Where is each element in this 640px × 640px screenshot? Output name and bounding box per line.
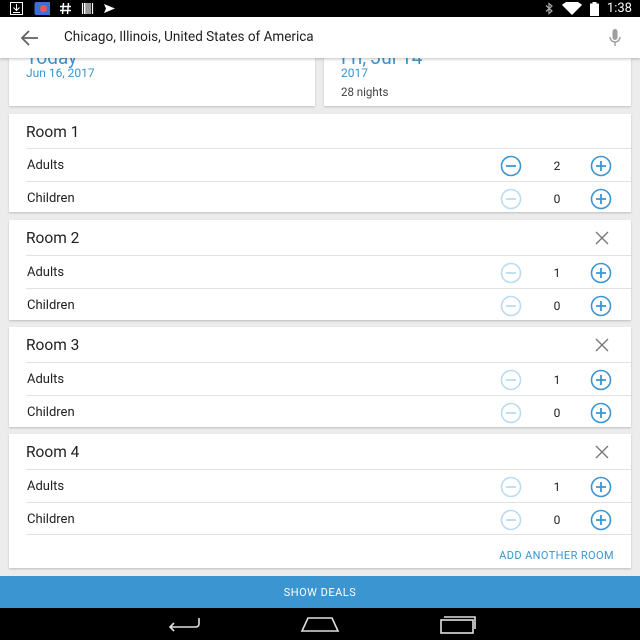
plus-circle-icon[interactable] <box>590 402 612 424</box>
barcode-icon <box>81 3 94 14</box>
room-title: Room 3 <box>26 336 80 354</box>
show-deals-button[interactable]: SHOW DEALS <box>0 576 640 608</box>
children-row: Children 0 <box>26 502 631 535</box>
adults-count: 1 <box>553 373 561 387</box>
close-icon[interactable] <box>595 445 609 459</box>
close-icon[interactable] <box>595 231 609 245</box>
send-icon <box>104 4 115 13</box>
children-row: Children 0 <box>26 395 631 428</box>
plus-circle-icon[interactable] <box>590 295 612 317</box>
room-title: Room 4 <box>26 443 80 461</box>
children-label: Children <box>27 512 75 527</box>
children-count: 0 <box>553 406 561 420</box>
adults-count: 1 <box>553 266 561 280</box>
search-bar: Chicago, Illinois, United States of Amer… <box>0 17 640 58</box>
room-card-3: Room 3 Adults 1 Children 0 <box>9 327 631 427</box>
plus-circle-icon[interactable] <box>590 155 612 177</box>
children-label: Children <box>27 298 75 313</box>
room-title: Room 2 <box>26 229 80 247</box>
hashtag-icon <box>60 2 71 15</box>
checkout-date: 2017 <box>341 66 368 80</box>
children-count: 0 <box>553 192 561 206</box>
plus-circle-icon[interactable] <box>590 188 612 210</box>
adults-row: Adults 1 <box>26 469 631 502</box>
nights-count: 28 nights <box>341 85 389 99</box>
children-label: Children <box>27 191 75 206</box>
minus-circle-icon[interactable] <box>500 188 522 210</box>
minus-circle-icon[interactable] <box>500 155 522 177</box>
close-icon[interactable] <box>595 338 609 352</box>
children-label: Children <box>27 405 75 420</box>
nav-back-icon[interactable] <box>166 616 202 632</box>
room-card-4: Room 4 Adults 1 Children 0 ADD ANOTHER R… <box>9 434 631 568</box>
plus-circle-icon[interactable] <box>590 262 612 284</box>
checkout-card[interactable]: Fri, Jul 14 2017 28 nights <box>324 58 631 106</box>
back-arrow-icon[interactable] <box>18 27 42 49</box>
room-card-2: Room 2 Adults 1 Children 0 <box>9 220 631 320</box>
download-icon <box>10 2 23 15</box>
adults-row: Adults 2 <box>26 148 631 181</box>
search-input[interactable]: Chicago, Illinois, United States of Amer… <box>64 29 314 45</box>
children-row: Children 0 <box>26 181 631 214</box>
bluetooth-icon <box>545 2 553 15</box>
adults-label: Adults <box>27 158 65 173</box>
children-count: 0 <box>553 513 561 527</box>
children-row: Children 0 <box>26 288 631 321</box>
status-time: 1:38 <box>606 1 632 16</box>
minus-circle-icon[interactable] <box>500 262 522 284</box>
room-card-1: Room 1 Adults 2 Children 0 <box>9 114 631 212</box>
system-nav-bar <box>0 608 640 640</box>
minus-circle-icon[interactable] <box>500 369 522 391</box>
checkin-date: Jun 16, 2017 <box>26 66 95 80</box>
plus-circle-icon[interactable] <box>590 476 612 498</box>
checkin-card[interactable]: Today Jun 16, 2017 <box>9 58 315 106</box>
nav-home-icon[interactable] <box>300 617 340 632</box>
minus-circle-icon[interactable] <box>500 402 522 424</box>
add-another-room-button[interactable]: ADD ANOTHER ROOM <box>499 549 614 562</box>
minus-circle-icon[interactable] <box>500 295 522 317</box>
adults-row: Adults 1 <box>26 255 631 288</box>
room-title: Room 1 <box>26 123 80 141</box>
adults-label: Adults <box>27 479 65 494</box>
plus-circle-icon[interactable] <box>590 369 612 391</box>
app-icon <box>34 2 50 15</box>
adults-label: Adults <box>27 265 65 280</box>
adults-label: Adults <box>27 372 65 387</box>
minus-circle-icon[interactable] <box>500 476 522 498</box>
status-bar: 1:38 <box>0 0 640 17</box>
children-count: 0 <box>553 299 561 313</box>
plus-circle-icon[interactable] <box>590 509 612 531</box>
nav-recents-icon[interactable] <box>439 614 477 634</box>
microphone-icon[interactable] <box>608 29 622 47</box>
battery-icon <box>589 1 599 16</box>
adults-count: 1 <box>553 480 561 494</box>
wifi-icon <box>561 2 582 15</box>
minus-circle-icon[interactable] <box>500 509 522 531</box>
adults-count: 2 <box>553 159 561 173</box>
adults-row: Adults 1 <box>26 362 631 395</box>
